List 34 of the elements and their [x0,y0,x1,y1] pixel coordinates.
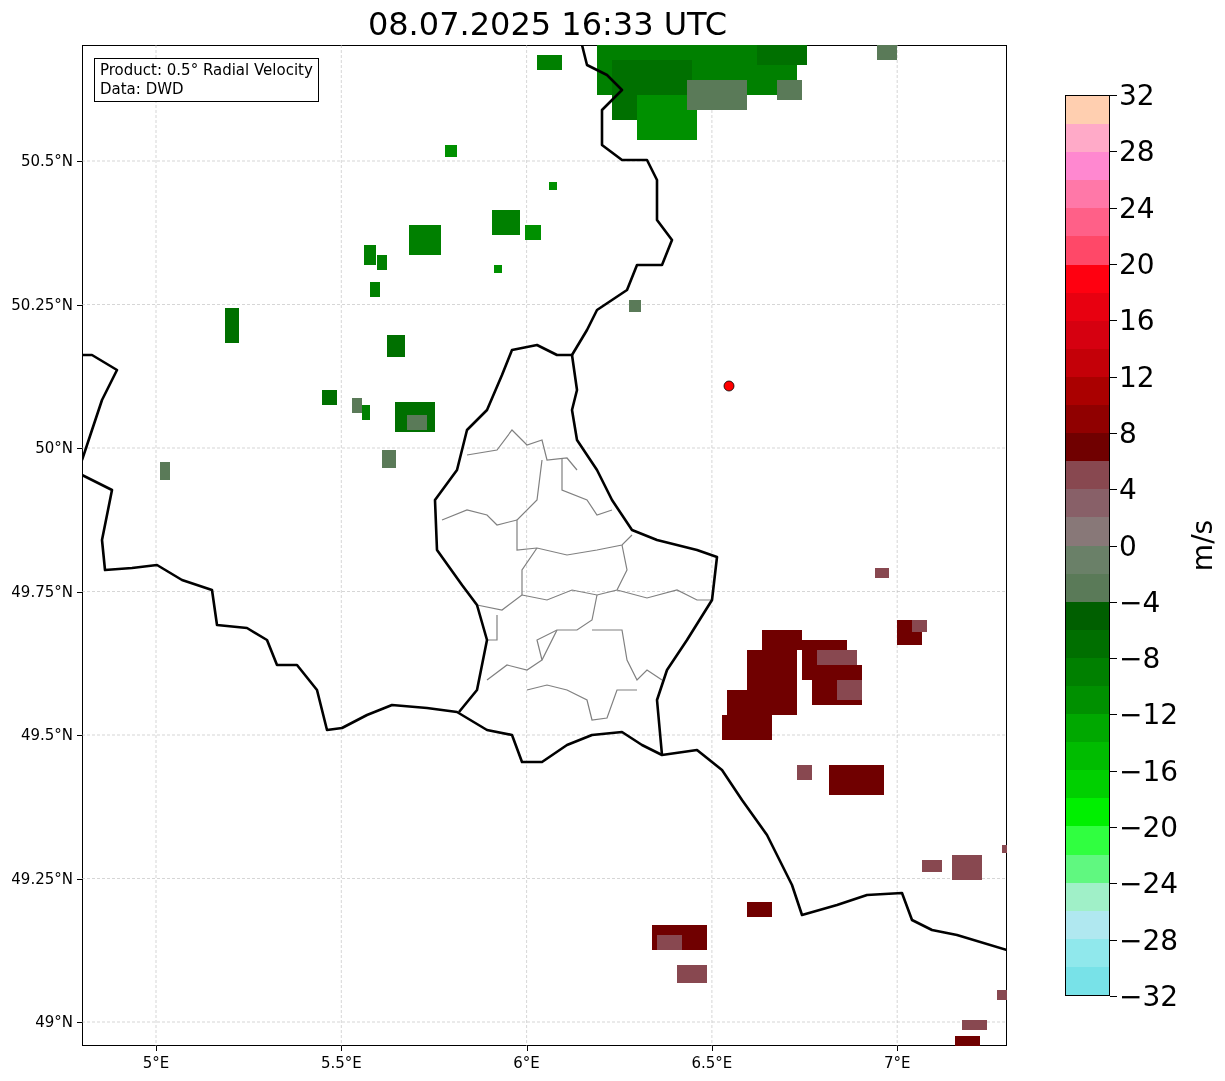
colorbar-tick-label: −28 [1119,923,1179,957]
chart-title: 08.07.2025 16:33 UTC [367,5,728,40]
colorbar-tick-label: 4 [1119,472,1137,506]
colorbar-tick-label: −8 [1119,641,1161,675]
y-tick-label: 50°N [35,439,73,457]
y-tick-label: 50.25°N [11,295,73,314]
y-tick-label: 49.75°N [11,582,73,601]
colorbar-tick-label: −32 [1119,979,1179,1013]
colorbar-tick-label: 16 [1119,303,1155,337]
colorbar-tick-label: −12 [1119,697,1179,731]
x-tick-label: 6°E [513,1054,540,1072]
colorbar-tick-label: 24 [1119,191,1155,225]
y-tick-label: 49.25°N [11,869,73,888]
colorbar-label: m/s [1186,519,1220,572]
colorbar-tick-label: −24 [1119,866,1179,900]
colorbar-tick-label: −4 [1119,585,1161,619]
x-tick-label: 5°E [142,1054,170,1072]
info-text: Product: 0.5° Radial Velocity [100,61,313,80]
y-tick-label: 50.5°N [20,152,73,170]
colorbar-tick-label: −16 [1119,754,1179,788]
y-tick-label: 49°N [35,1013,73,1031]
info-text: Data: DWD [100,80,185,99]
colorbar-tick-label: 0 [1119,529,1137,562]
colorbar-tick-label: 32 [1119,78,1155,112]
x-tick-label: 7°E [883,1054,911,1072]
colorbar-tick-label: 8 [1119,416,1137,450]
colorbar-tick-label: 12 [1119,360,1155,394]
y-tick-label: 49.5°N [20,726,73,744]
x-tick-label: 5.5°E [320,1054,362,1072]
colorbar-tick-label: −20 [1119,810,1179,844]
radar-site-marker [723,380,735,392]
colorbar-tick-label: 20 [1119,247,1155,281]
colorbar-tick-label: 28 [1119,134,1155,168]
x-tick-label: 6.5°E [691,1054,733,1072]
